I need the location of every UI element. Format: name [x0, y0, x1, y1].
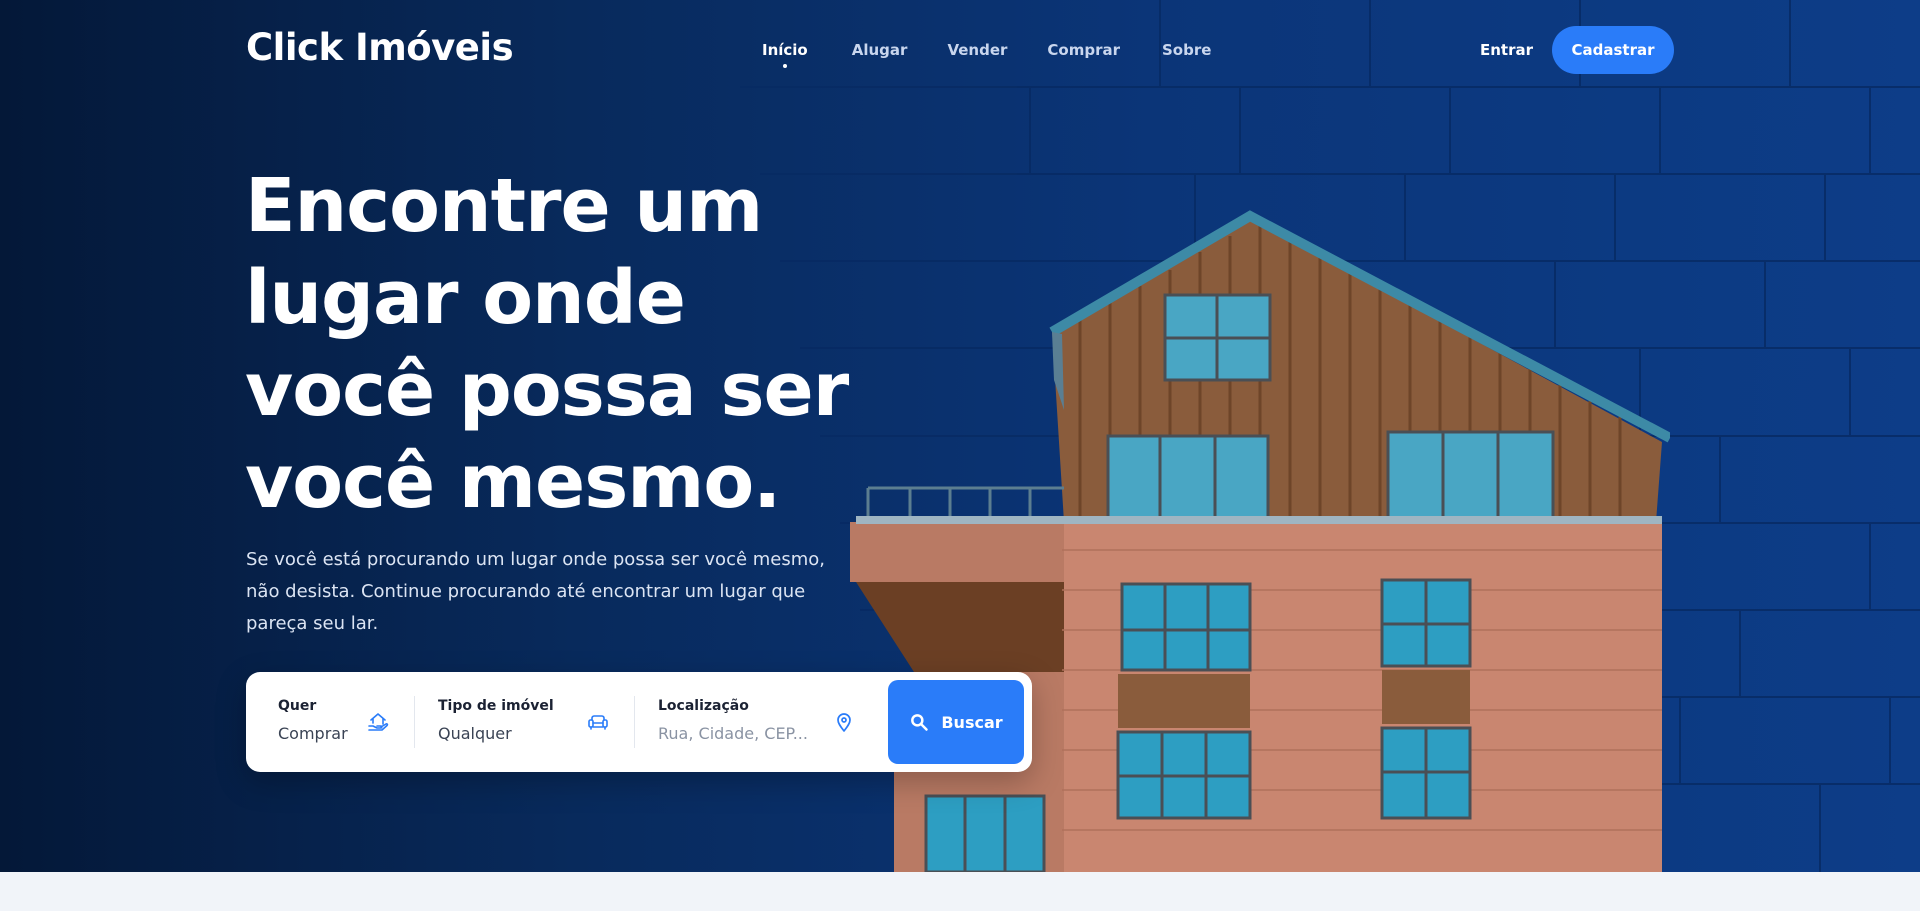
nav-item-vender[interactable]: Vender [947, 41, 1007, 59]
headline-line: você mesmo. [245, 439, 781, 525]
search-button-label: Buscar [941, 712, 1003, 732]
field-divider [634, 696, 635, 748]
page-footer-strip [0, 872, 1920, 911]
property-type-value: Qualquer [438, 724, 512, 743]
building-image [850, 210, 1670, 872]
want-value: Comprar [278, 724, 348, 743]
nav-item-inicio[interactable]: Início [762, 41, 808, 68]
hero-subtext: Se você está procurando um lugar onde po… [246, 549, 826, 634]
search-button[interactable]: Buscar [888, 680, 1024, 764]
signup-button[interactable]: Cadastrar [1552, 26, 1674, 74]
nav-item-sobre[interactable]: Sobre [1162, 41, 1211, 59]
want-label: Quer [278, 698, 317, 714]
nav-item-alugar[interactable]: Alugar [852, 41, 908, 59]
field-divider [414, 696, 415, 748]
brand-logo[interactable]: Click Imóveis [246, 26, 514, 69]
location-input[interactable]: Rua, Cidade, CEP... [658, 724, 808, 743]
property-type-label: Tipo de imóvel [438, 698, 554, 714]
hero-headline: Encontre um lugar onde você possa ser vo… [245, 160, 865, 528]
nav-item-comprar[interactable]: Comprar [1047, 41, 1120, 59]
house-hand-icon [368, 713, 389, 731]
property-search-form: Quer Comprar Tipo de imóvel Qualquer Loc… [246, 672, 1032, 772]
map-pin-icon [837, 713, 851, 732]
location-label: Localização [658, 698, 749, 714]
location-field[interactable]: Localização Rua, Cidade, CEP... [658, 698, 808, 743]
search-icon [911, 714, 929, 731]
headline-line: lugar onde [245, 255, 686, 341]
login-link[interactable]: Entrar [1480, 41, 1533, 59]
property-type-select[interactable]: Tipo de imóvel Qualquer [438, 698, 554, 743]
sofa-icon [588, 715, 608, 730]
headline-line: Encontre um [245, 163, 763, 249]
headline-line: você possa ser [245, 347, 849, 433]
want-select[interactable]: Quer Comprar [278, 698, 348, 743]
main-nav: Início Alugar Vender Comprar Sobre [762, 41, 1211, 68]
hero-section: Click Imóveis Início Alugar Vender Compr… [0, 0, 1920, 872]
